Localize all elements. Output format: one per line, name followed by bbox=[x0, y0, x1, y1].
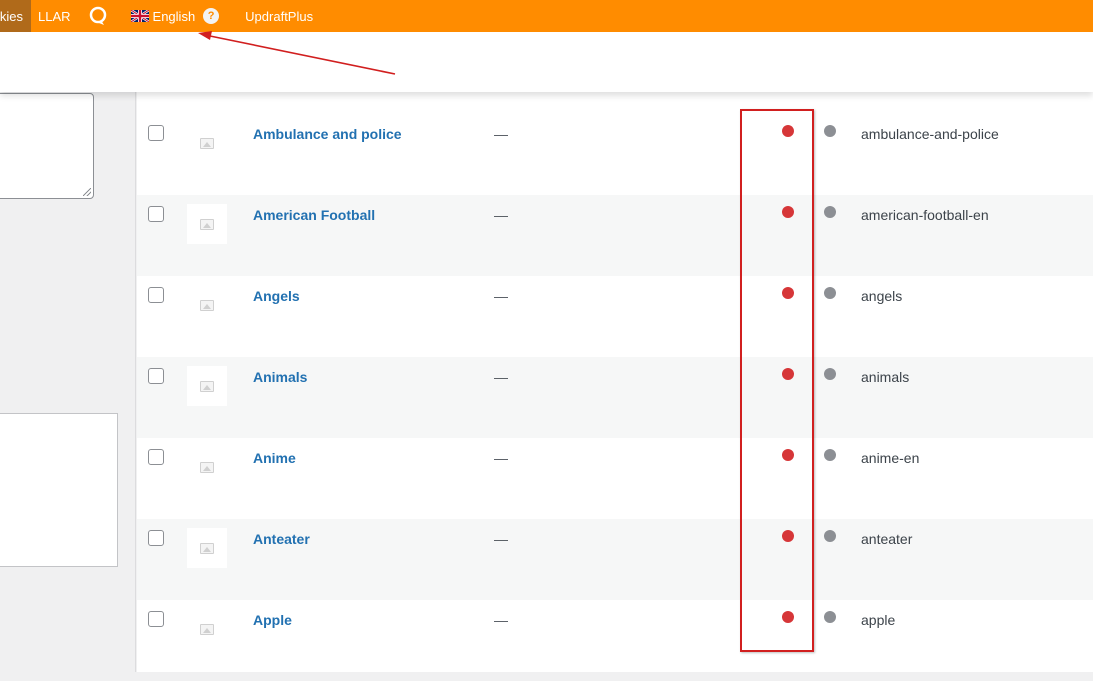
form-box[interactable] bbox=[0, 413, 118, 567]
description-textarea[interactable] bbox=[0, 93, 94, 199]
status-dot-grey-icon bbox=[824, 449, 836, 461]
thumbnail bbox=[187, 447, 227, 487]
term-name-link[interactable]: Animals bbox=[253, 369, 307, 385]
thumbnail bbox=[187, 528, 227, 568]
admin-bar: Cookies LLAR English ? UpdraftPlus bbox=[0, 0, 1093, 32]
row-checkbox[interactable] bbox=[148, 449, 164, 465]
description-cell: — bbox=[494, 207, 508, 223]
status-dot-red-icon bbox=[782, 287, 794, 299]
slug-cell: animals bbox=[861, 369, 910, 385]
row-checkbox[interactable] bbox=[148, 530, 164, 546]
description-cell: — bbox=[494, 450, 508, 466]
uk-flag-icon bbox=[130, 10, 149, 22]
table-row: Angels — angels bbox=[137, 276, 1093, 357]
row-checkbox[interactable] bbox=[148, 368, 164, 384]
table-row: Apple — apple bbox=[137, 600, 1093, 681]
table-row: Anteater — anteater bbox=[137, 519, 1093, 600]
description-cell: — bbox=[494, 531, 508, 547]
table-row: Ambulance and police — ambulance-and-pol… bbox=[137, 114, 1093, 195]
image-placeholder-icon bbox=[200, 461, 214, 473]
thumbnail bbox=[187, 366, 227, 406]
image-placeholder-icon bbox=[200, 623, 214, 635]
description-cell: — bbox=[494, 126, 508, 142]
description-cell: — bbox=[494, 288, 508, 304]
slug-cell: american-football-en bbox=[861, 207, 989, 223]
status-dot-grey-icon bbox=[824, 611, 836, 623]
status-dot-red-icon bbox=[782, 125, 794, 137]
status-dot-red-icon bbox=[782, 368, 794, 380]
table-row: American Football — american-football-en bbox=[137, 195, 1093, 276]
thumbnail bbox=[187, 123, 227, 163]
help-icon[interactable]: ? bbox=[203, 8, 220, 24]
thumbnail bbox=[187, 609, 227, 649]
status-dot-grey-icon bbox=[824, 287, 836, 299]
status-dot-red-icon bbox=[782, 449, 794, 461]
term-name-link[interactable]: Anime bbox=[253, 450, 296, 466]
term-name-link[interactable]: Angels bbox=[253, 288, 300, 304]
term-name-link[interactable]: American Football bbox=[253, 207, 375, 223]
description-cell: — bbox=[494, 369, 508, 385]
term-name-link[interactable]: Ambulance and police bbox=[253, 126, 402, 142]
image-placeholder-icon bbox=[200, 542, 214, 554]
row-checkbox[interactable] bbox=[148, 287, 164, 303]
slug-cell: ambulance-and-police bbox=[861, 126, 999, 142]
admin-bar-llar[interactable]: LLAR bbox=[31, 0, 78, 32]
image-placeholder-icon bbox=[200, 218, 214, 230]
row-checkbox[interactable] bbox=[148, 611, 164, 627]
status-dot-red-icon bbox=[782, 530, 794, 542]
admin-bar-language-switcher[interactable]: English ? bbox=[118, 0, 228, 32]
slug-cell: anteater bbox=[861, 531, 913, 547]
description-cell: — bbox=[494, 612, 508, 628]
loop-icon bbox=[89, 6, 106, 25]
image-placeholder-icon bbox=[200, 137, 214, 149]
term-name-link[interactable]: Anteater bbox=[253, 531, 310, 547]
cookies-label: Cookies bbox=[0, 8, 23, 24]
language-label: English bbox=[152, 8, 196, 24]
left-form-panel bbox=[0, 92, 136, 672]
admin-bar-cookies[interactable]: Cookies bbox=[0, 0, 31, 32]
row-checkbox[interactable] bbox=[148, 206, 164, 222]
status-dot-grey-icon bbox=[824, 530, 836, 542]
slug-cell: apple bbox=[861, 612, 896, 628]
status-dot-grey-icon bbox=[824, 368, 836, 380]
term-name-link[interactable]: Apple bbox=[253, 612, 292, 628]
admin-bar-updraftplus[interactable]: UpdraftPlus bbox=[227, 0, 323, 32]
resize-grip-icon[interactable] bbox=[83, 188, 91, 196]
status-dot-grey-icon bbox=[824, 206, 836, 218]
thumbnail bbox=[187, 285, 227, 325]
image-placeholder-icon bbox=[200, 299, 214, 311]
status-dot-grey-icon bbox=[824, 125, 836, 137]
thumbnail bbox=[187, 204, 227, 244]
status-dot-red-icon bbox=[782, 611, 794, 623]
table-row: Animals — animals bbox=[137, 357, 1093, 438]
image-placeholder-icon bbox=[200, 380, 214, 392]
slug-cell: angels bbox=[861, 288, 903, 304]
row-checkbox[interactable] bbox=[148, 125, 164, 141]
sticky-header-bar bbox=[0, 32, 1093, 92]
table-row: Anime — anime-en bbox=[137, 438, 1093, 519]
status-dot-red-icon bbox=[782, 206, 794, 218]
admin-bar-loop[interactable] bbox=[78, 0, 118, 32]
slug-cell: anime-en bbox=[861, 450, 920, 466]
terms-table: Ambulance and police — ambulance-and-pol… bbox=[137, 92, 1093, 672]
